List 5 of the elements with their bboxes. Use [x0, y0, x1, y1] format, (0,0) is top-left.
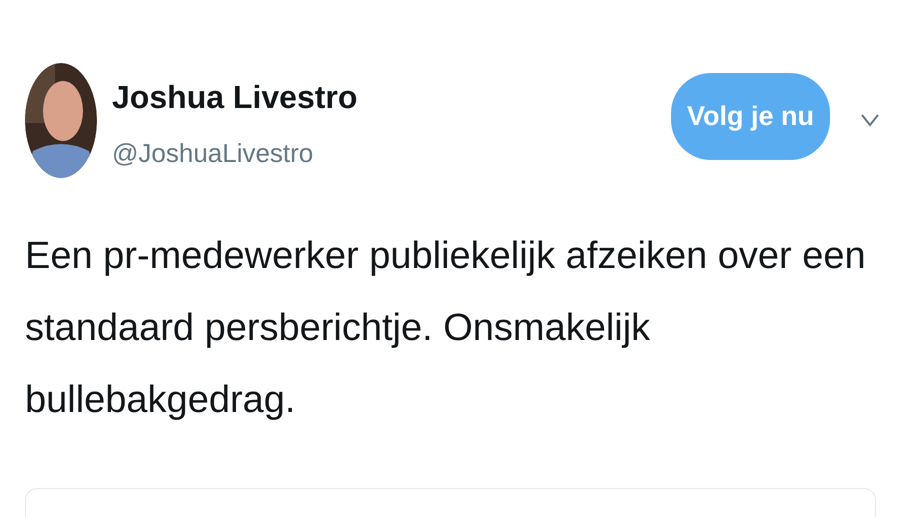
follow-button[interactable]: Volg je nu	[671, 73, 830, 160]
author-handle: @JoshuaLivestro	[112, 137, 314, 169]
tweet-text: Een pr-medewerker publiekelijk afzeiken over een standaard persberichtje. Onsmakelijk bullebakgedrag.	[24, 234, 867, 423]
chevron-icon[interactable]	[860, 113, 880, 127]
author-name: Joshua Livestro	[112, 78, 358, 117]
